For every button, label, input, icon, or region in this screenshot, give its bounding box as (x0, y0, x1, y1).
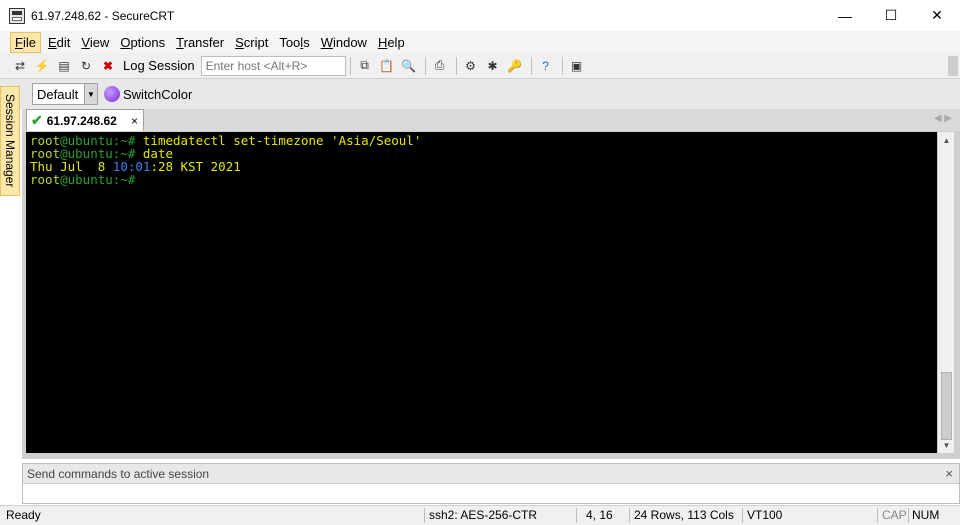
menu-view[interactable]: View (77, 33, 113, 52)
close-window-button[interactable]: ✕ (914, 0, 960, 31)
global-options-icon[interactable]: ✱ (483, 56, 503, 76)
print-icon[interactable]: ⎙ (430, 56, 450, 76)
switchcolor-circle-icon (104, 86, 120, 102)
connected-check-icon: ✔ (31, 112, 43, 128)
toolbar: ⇄ ⚡ ▤ ↻ ✖ Log Session ⧉ 📋 🔍 ⎙ ⚙ ✱ 🔑 ? ▣ (0, 53, 960, 79)
chevron-down-icon[interactable]: ▼ (84, 84, 97, 104)
menu-bar: File Edit View Options Transfer Script T… (0, 31, 960, 53)
button-bar: Default ▼ SwitchColor (0, 79, 960, 109)
status-ready: Ready (6, 508, 41, 522)
switchcolor-button[interactable]: SwitchColor (104, 86, 192, 102)
quick-connect-icon[interactable]: ⚡ (32, 56, 52, 76)
menu-options[interactable]: Options (116, 33, 169, 52)
command-window-title: Send commands to active session (27, 466, 210, 481)
menu-help[interactable]: Help (374, 33, 409, 52)
toolbar-separator (424, 56, 426, 75)
status-separator (908, 508, 909, 523)
status-bar: Ready ssh2: AES-256-CTR 4, 16 24 Rows, 1… (0, 505, 960, 525)
minimize-button[interactable]: — (822, 0, 868, 31)
scroll-up-icon[interactable]: ▲ (938, 132, 955, 148)
title-bar: 61.97.248.62 - SecureCRT — ☐ ✕ (0, 0, 960, 31)
status-emulation: VT100 (747, 508, 783, 522)
toolbar-overflow-grip[interactable] (948, 56, 958, 76)
command-window-close-button[interactable]: × (945, 466, 953, 481)
session-options-icon[interactable]: ⚙ (461, 56, 481, 76)
status-cursor-position: 4, 16 (586, 508, 613, 522)
menu-edit[interactable]: Edit (44, 33, 74, 52)
status-cipher: ssh2: AES-256-CTR (429, 508, 538, 522)
status-caps-lock: CAP (882, 508, 907, 522)
menu-tools[interactable]: Tools (275, 33, 313, 52)
maximize-button[interactable]: ☐ (868, 0, 914, 31)
tab-bar: ✔ 61.97.248.62 × ◀ ▶ (22, 109, 960, 131)
tab-session[interactable]: ✔ 61.97.248.62 × (26, 109, 144, 131)
button-bar-select[interactable]: Default ▼ (32, 83, 98, 105)
window-title: 61.97.248.62 - SecureCRT (31, 8, 175, 23)
connect-in-tab-icon[interactable]: ▤ (54, 56, 74, 76)
status-separator (629, 508, 630, 523)
find-icon[interactable]: 🔍 (399, 56, 419, 76)
tab-close-button[interactable]: × (131, 114, 138, 128)
toolbar-separator (561, 56, 563, 75)
terminal-screen[interactable]: root@ubuntu:~# timedatectl set-timezone … (26, 132, 937, 453)
command-window-input[interactable] (23, 484, 943, 503)
terminal-line: Thu Jul 8 10:01:28 KST 2021 (30, 159, 241, 174)
scrollbar-thumb[interactable] (941, 372, 952, 440)
status-separator (877, 508, 878, 523)
status-separator (742, 508, 743, 523)
session-manager-tab[interactable]: Session Manager (0, 86, 20, 196)
command-window-header: Send commands to active session × (23, 464, 959, 484)
tab-session-label: 61.97.248.62 (46, 113, 117, 128)
status-terminal-size: 24 Rows, 113 Cols (634, 508, 734, 522)
securecrt-app-icon[interactable] (9, 7, 25, 24)
connect-icon[interactable]: ⇄ (10, 56, 30, 76)
keymap-icon[interactable]: 🔑 (505, 56, 525, 76)
status-num-lock: NUM (912, 508, 940, 522)
session-area: ✔ 61.97.248.62 × ◀ ▶ root@ubuntu:~# time… (22, 109, 960, 459)
switchcolor-label: SwitchColor (123, 86, 193, 102)
button-bar-selected-value: Default (37, 86, 79, 102)
paste-icon[interactable]: 📋 (377, 56, 397, 76)
toolbar-separator (349, 56, 351, 75)
tab-scroll-arrows-icon[interactable]: ◀ ▶ (934, 113, 952, 124)
copy-icon[interactable]: ⧉ (355, 56, 375, 76)
menu-script[interactable]: Script (231, 33, 272, 52)
status-separator (424, 508, 425, 523)
help-icon[interactable]: ? (536, 56, 556, 76)
sftp-icon[interactable]: ▣ (567, 56, 587, 76)
disconnect-icon[interactable]: ✖ (98, 56, 118, 76)
scroll-down-icon[interactable]: ▼ (938, 437, 955, 453)
status-separator (576, 508, 577, 523)
toolbar-separator (455, 56, 457, 75)
log-session-button[interactable]: Log Session (123, 58, 195, 73)
reconnect-icon[interactable]: ↻ (76, 56, 96, 76)
menu-file[interactable]: File (10, 31, 41, 53)
terminal-line: root@ubuntu:~# (30, 172, 136, 187)
toolbar-separator (530, 56, 532, 75)
command-window: Send commands to active session × (22, 463, 960, 504)
menu-window[interactable]: Window (317, 33, 371, 52)
enter-host-input[interactable] (200, 55, 346, 76)
session-manager-label: Session Manager (3, 94, 17, 188)
terminal-scrollbar[interactable]: ▲ ▼ (937, 132, 954, 453)
menu-transfer[interactable]: Transfer (172, 33, 228, 52)
